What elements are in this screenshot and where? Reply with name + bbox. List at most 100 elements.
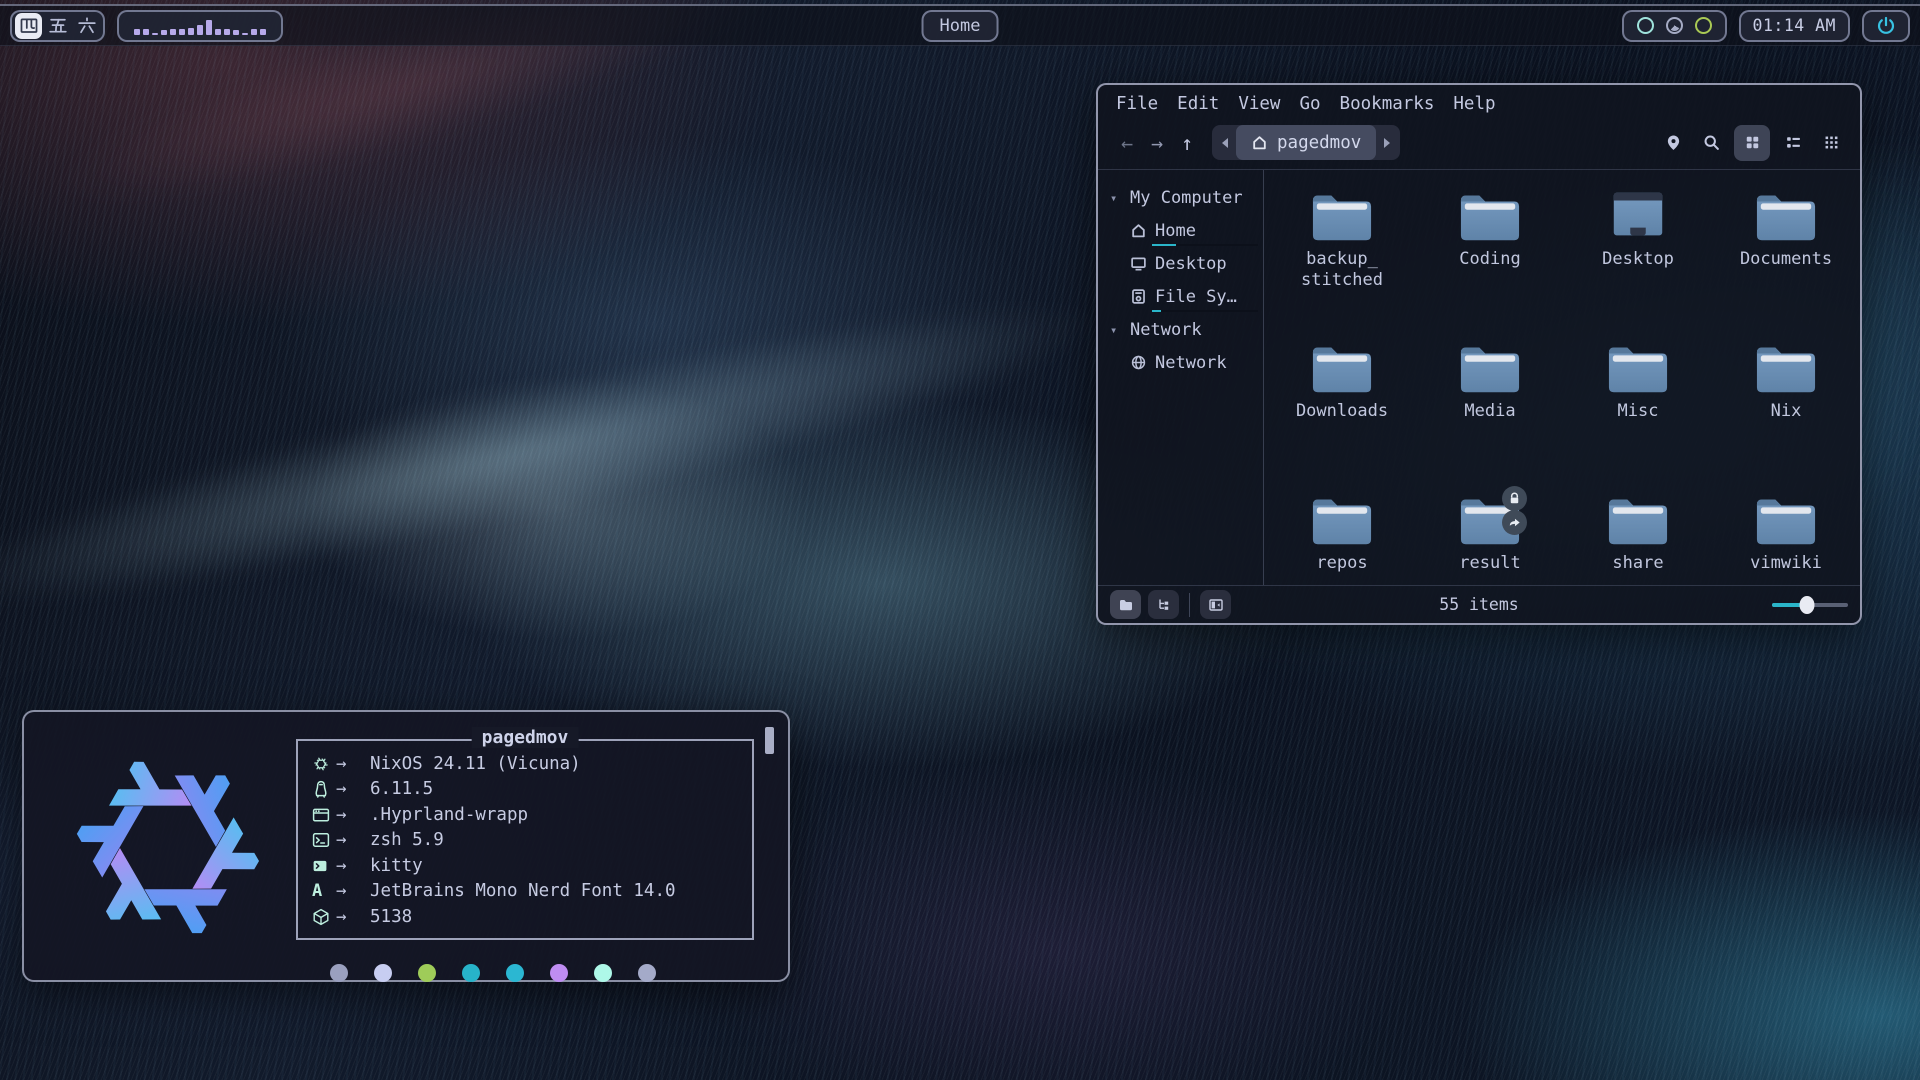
clock-text: 01:14 AM	[1753, 16, 1836, 35]
folder-item-media[interactable]: Media	[1416, 332, 1564, 484]
indicator-gauge-icon	[1666, 17, 1683, 34]
sidebar-section-my-computer[interactable]: ▾ My Computer	[1110, 181, 1263, 214]
desktop-icon	[1132, 258, 1145, 269]
workspace-button-6[interactable]	[73, 13, 100, 39]
menu-go[interactable]: Go	[1299, 94, 1320, 114]
sidebar-item-label: Desktop	[1155, 254, 1227, 274]
breadcrumb-left-chevron-icon[interactable]	[1214, 128, 1236, 158]
menu-bookmarks[interactable]: Bookmarks	[1340, 94, 1435, 114]
fetch-row-kernel: → 6.11.5	[312, 777, 738, 803]
back-button[interactable]: ←	[1112, 128, 1142, 158]
slider-thumb[interactable]	[1799, 596, 1814, 614]
sidebar-item-home[interactable]: Home	[1110, 214, 1263, 247]
palette-dot	[638, 964, 656, 982]
arrow-icon: →	[336, 830, 370, 850]
globe-icon	[1133, 357, 1145, 369]
folder-label: share	[1612, 553, 1663, 574]
arrow-icon: →	[336, 779, 370, 799]
active-window-title: Home	[922, 10, 999, 42]
workspace-button-4[interactable]	[15, 13, 42, 39]
panel-toggle-icon	[1210, 600, 1222, 610]
fetch-row-os: → NixOS 24.11 (Vicuna)	[312, 751, 738, 777]
menu-bar: File Edit View Go Bookmarks Help	[1098, 85, 1860, 116]
toggle-sidebar-button[interactable]	[1200, 590, 1231, 619]
list-view-button[interactable]	[1778, 128, 1808, 158]
folder-label: Nix	[1771, 401, 1802, 422]
folder-item-backup-stitched[interactable]: backup_ stitched	[1268, 180, 1416, 332]
search-button[interactable]	[1696, 128, 1726, 158]
sidebar-item-desktop[interactable]: Desktop	[1110, 247, 1263, 280]
shell-prompt-icon	[314, 834, 329, 846]
drive-icon	[1133, 290, 1144, 303]
folder-item-coding[interactable]: Coding	[1416, 180, 1564, 332]
up-button[interactable]: ↑	[1172, 128, 1202, 158]
folder-label: vimwiki	[1750, 553, 1822, 574]
audio-visualizer	[117, 10, 283, 42]
breadcrumb-right-chevron-icon[interactable]	[1376, 128, 1398, 158]
window-title-label: Home	[940, 16, 981, 36]
kernel-value: 6.11.5	[370, 779, 433, 799]
home-icon	[1133, 225, 1144, 236]
location-button[interactable]	[1658, 128, 1688, 158]
folder-icon	[1757, 348, 1815, 393]
toolbar: ← → ↑ pagedmov	[1098, 116, 1860, 169]
palette-dot	[374, 964, 392, 982]
zoom-slider[interactable]	[1772, 595, 1848, 615]
forward-button[interactable]: →	[1142, 128, 1172, 158]
arrow-icon: →	[336, 907, 370, 927]
fetch-terminal-window: pagedmov → NixOS 24.11 (Vicuna) → 6.11.5…	[22, 710, 790, 982]
folder-item-downloads[interactable]: Downloads	[1268, 332, 1416, 484]
fetch-info-panel: pagedmov → NixOS 24.11 (Vicuna) → 6.11.5…	[296, 724, 768, 970]
power-button[interactable]	[1862, 10, 1910, 42]
sidebar-item-filesystem[interactable]: File Sy…	[1110, 280, 1263, 313]
menu-help[interactable]: Help	[1453, 94, 1495, 114]
section-label: Network	[1130, 320, 1202, 340]
list-view-icon	[1787, 137, 1800, 147]
menu-view[interactable]: View	[1238, 94, 1280, 114]
collapse-caret-icon: ▾	[1110, 323, 1122, 337]
palette-dot	[594, 964, 612, 982]
collapse-caret-icon: ▾	[1110, 191, 1122, 205]
folder-grid: backup_ stitched Coding Desktop Document…	[1264, 170, 1860, 585]
sidebar-section-network[interactable]: ▾ Network	[1110, 313, 1263, 346]
folder-label: Desktop	[1602, 249, 1674, 270]
terminal-icon	[314, 861, 327, 871]
arrow-icon: →	[336, 754, 370, 774]
folder-icon	[1757, 500, 1815, 545]
folder-icon	[1757, 196, 1815, 241]
folder-icon	[1461, 348, 1519, 393]
audio-visualizer-bars	[134, 17, 266, 35]
folder-item-nix[interactable]: Nix	[1712, 332, 1860, 484]
compact-view-button[interactable]	[1816, 128, 1846, 158]
folder-item-desktop[interactable]: Desktop	[1564, 180, 1712, 332]
folder-icon	[1461, 196, 1519, 241]
show-files-button[interactable]	[1110, 590, 1141, 619]
folder-icon	[1313, 348, 1371, 393]
symlink-emblem-icon	[1502, 510, 1527, 535]
desktop-folder-icon	[1614, 193, 1662, 236]
compact-view-icon	[1825, 137, 1837, 149]
folder-item-misc[interactable]: Misc	[1564, 332, 1712, 484]
icon-view-button[interactable]	[1734, 125, 1770, 161]
folder-label: Downloads	[1296, 401, 1388, 422]
workspace-button-5[interactable]	[44, 13, 71, 39]
breadcrumb-segment-home[interactable]: pagedmov	[1236, 125, 1376, 160]
hostname-title: pagedmov	[472, 727, 579, 748]
sidebar-item-network[interactable]: Network	[1110, 346, 1263, 379]
wallpaper-streak	[0, 257, 1113, 651]
fetch-row-packages: → 5138	[312, 904, 738, 930]
os-value: NixOS 24.11 (Vicuna)	[370, 754, 581, 774]
sidebar-item-label: File Sy…	[1155, 287, 1237, 307]
menu-file[interactable]: File	[1116, 94, 1158, 114]
home-icon	[1254, 137, 1265, 148]
palette-dot	[418, 964, 436, 982]
folder-icon	[1313, 196, 1371, 241]
menu-edit[interactable]: Edit	[1177, 94, 1219, 114]
grid-view-icon	[1746, 137, 1757, 148]
cjk-four-icon	[21, 19, 36, 32]
folder-item-documents[interactable]: Documents	[1712, 180, 1860, 332]
sidebar-item-label: Network	[1155, 353, 1227, 373]
tree-view-button[interactable]	[1148, 590, 1179, 619]
palette-dot	[550, 964, 568, 982]
folder-label: Misc	[1618, 401, 1659, 422]
